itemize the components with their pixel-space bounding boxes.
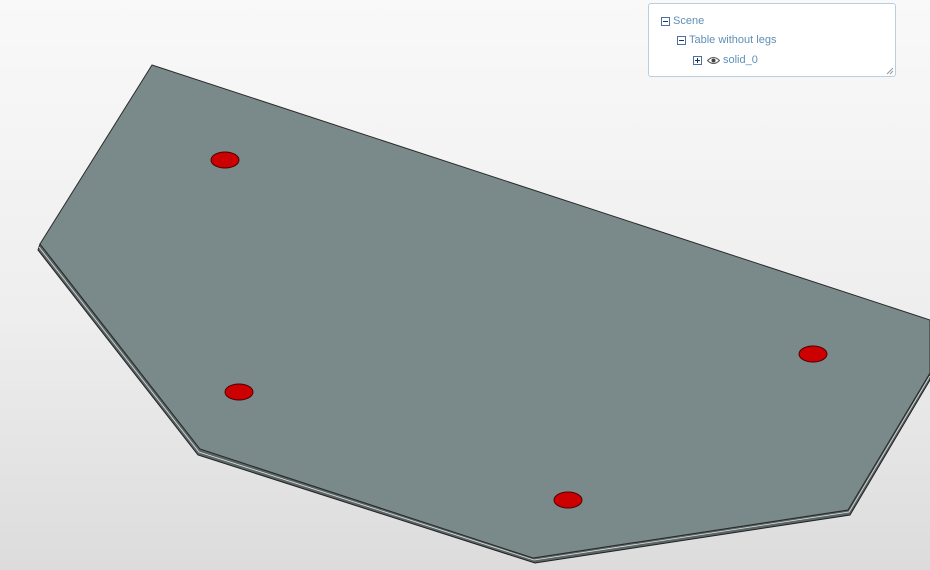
scene-canvas[interactable] [0, 0, 930, 570]
collapse-scene-icon[interactable] [661, 16, 670, 26]
tree-node-table[interactable]: Table without legs [677, 33, 776, 47]
hole-marker[interactable] [798, 345, 828, 363]
resize-grip-icon[interactable] [886, 67, 894, 75]
scene-tree-panel[interactable]: Scene Table without legs solid_0 [648, 3, 896, 77]
expand-solid-icon[interactable] [693, 55, 702, 65]
tree-node-solid-label[interactable]: solid_0 [723, 54, 758, 66]
hole-marker[interactable] [553, 491, 583, 509]
tree-node-scene-label[interactable]: Scene [673, 15, 704, 27]
tree-node-scene[interactable]: Scene [661, 14, 704, 28]
hole-marker[interactable] [224, 383, 254, 401]
3d-viewport[interactable] [0, 0, 930, 570]
tree-node-table-label[interactable]: Table without legs [689, 34, 776, 46]
collapse-table-icon[interactable] [677, 35, 686, 45]
hole-marker[interactable] [210, 151, 240, 169]
eye-icon[interactable] [707, 56, 720, 65]
table-top-face[interactable] [39, 64, 930, 559]
tree-node-solid[interactable]: solid_0 [693, 53, 758, 67]
